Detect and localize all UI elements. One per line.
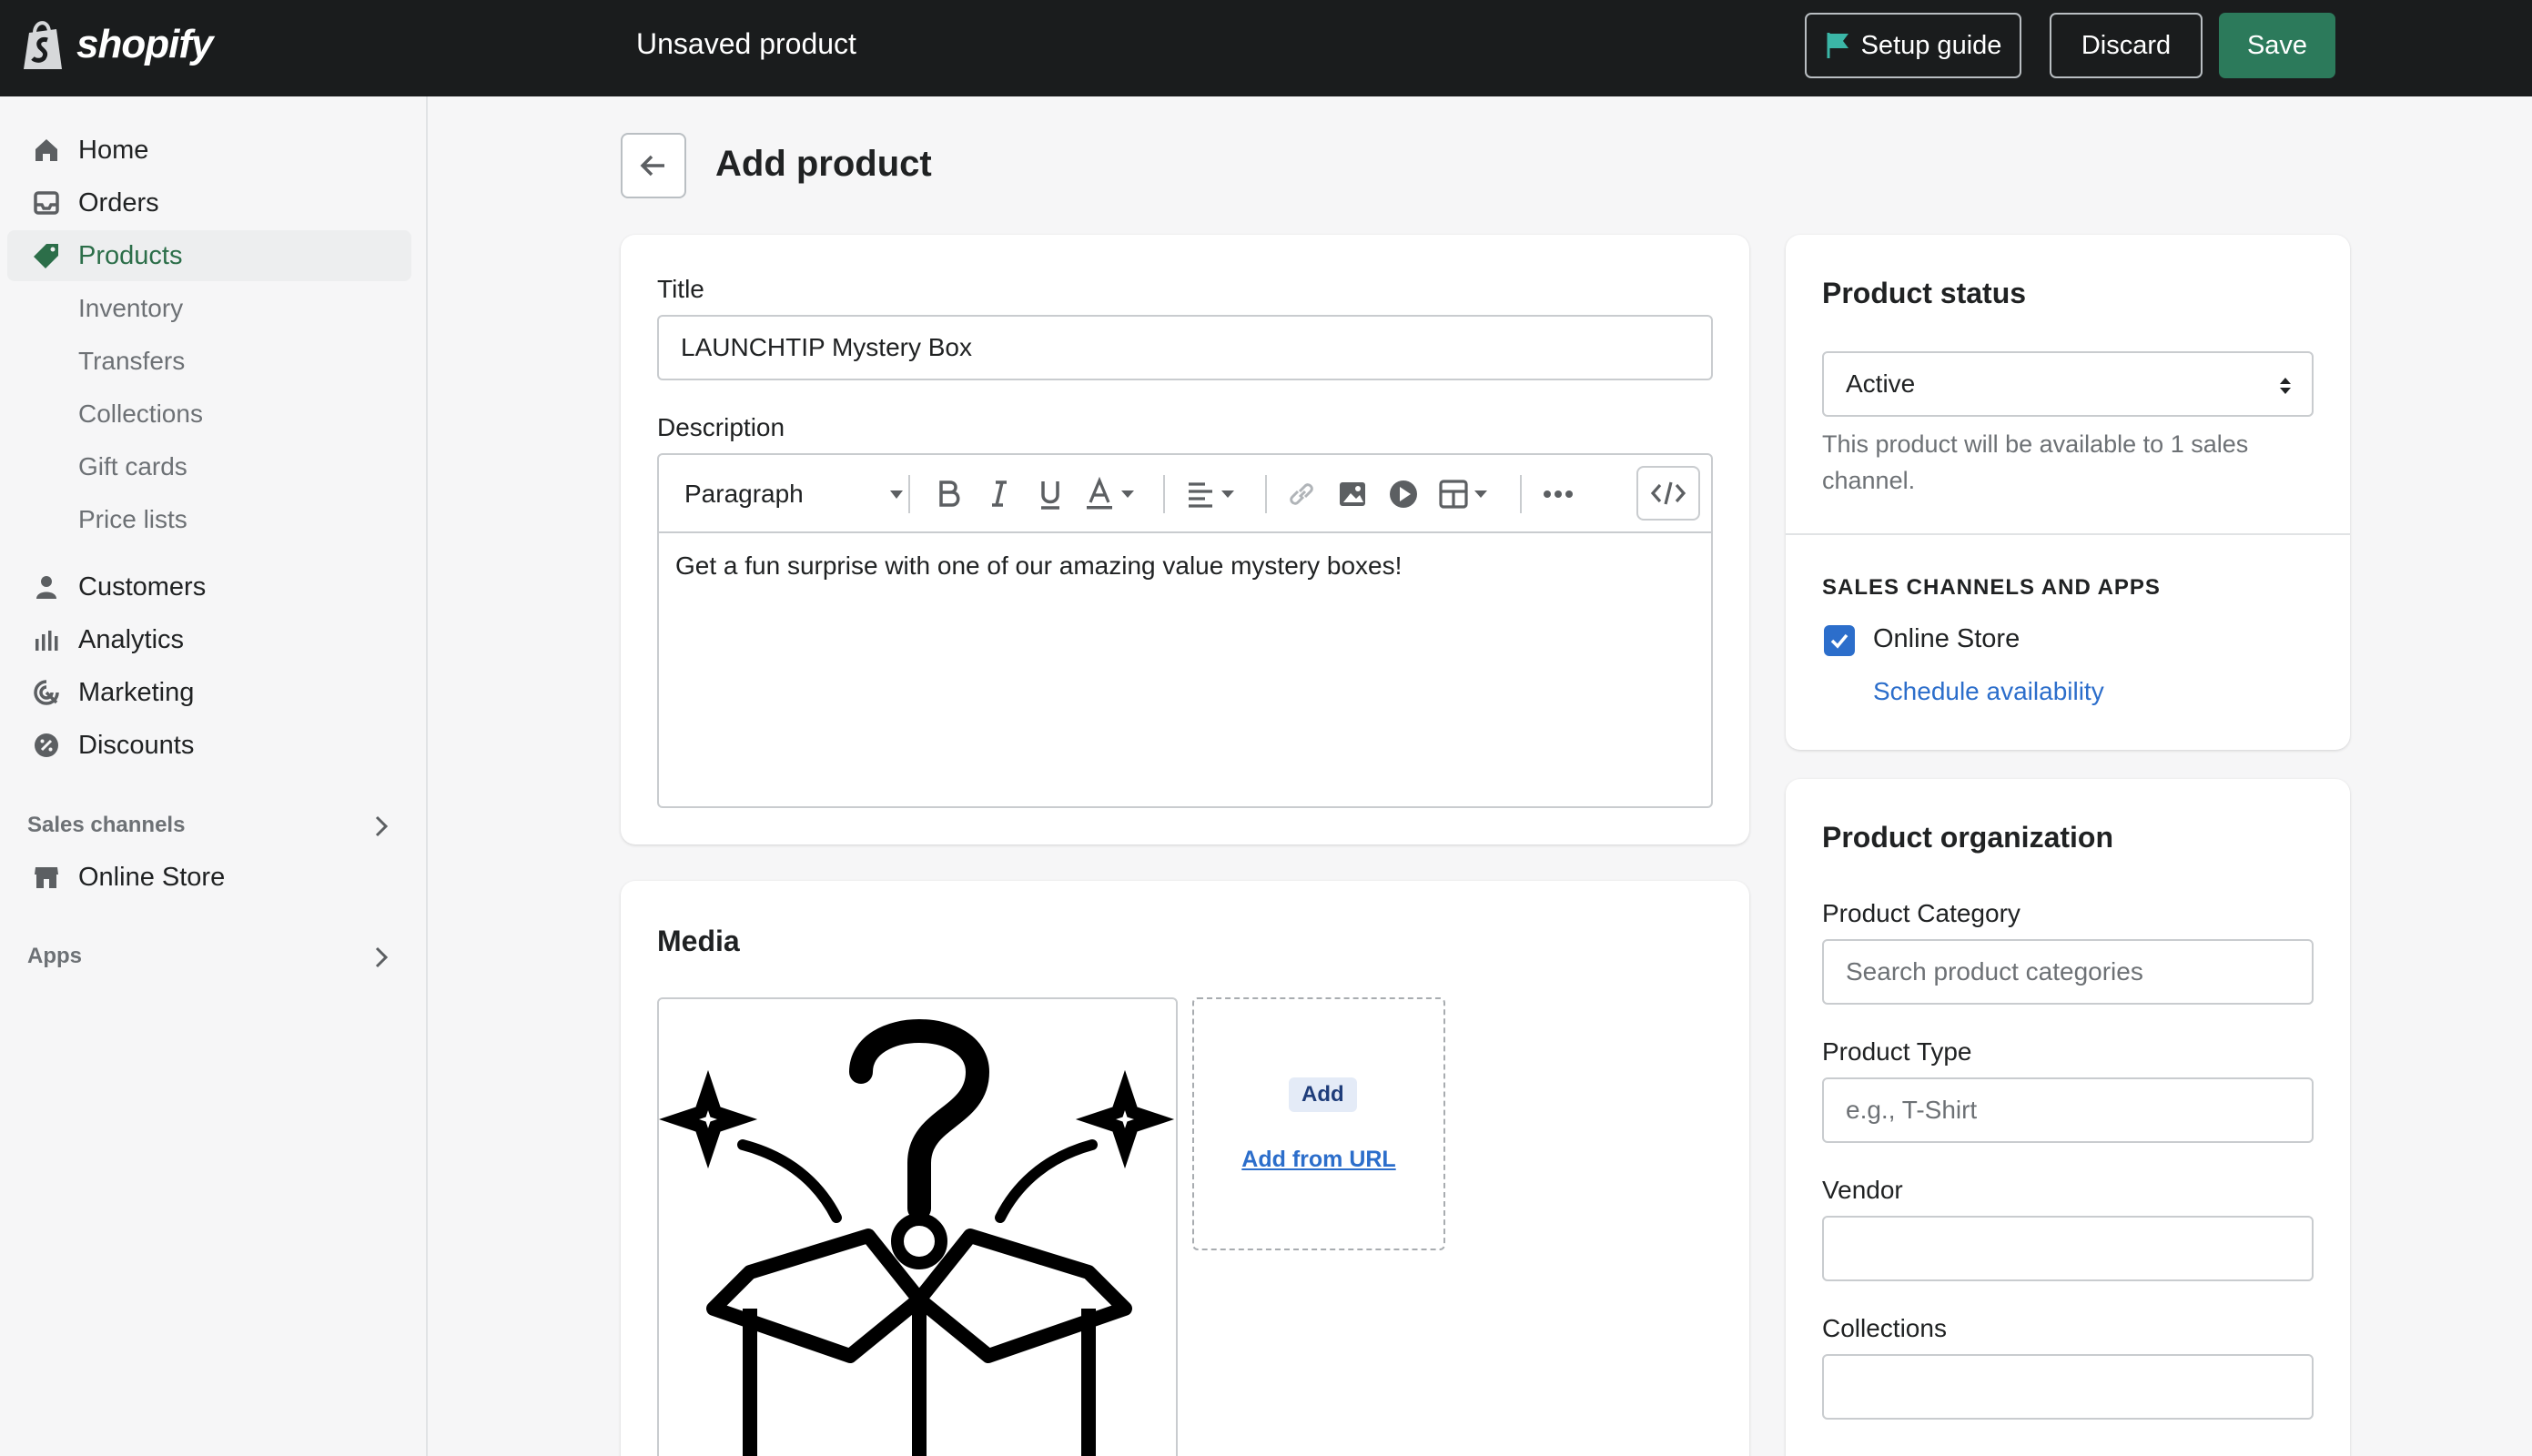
checkmark-icon xyxy=(1830,633,1848,649)
link-icon[interactable] xyxy=(1285,477,1318,511)
sidebar-item-label: Online Store xyxy=(78,862,226,892)
status-select-value: Active xyxy=(1846,369,1916,398)
chevron-right-icon[interactable] xyxy=(368,813,395,840)
sidebar-item-label: Customers xyxy=(78,571,207,602)
status-help-text: This product will be available to 1 sale… xyxy=(1822,430,2249,494)
toolbar-divider xyxy=(908,475,910,513)
vendor-label: Vendor xyxy=(1822,1176,1903,1204)
show-html-button[interactable] xyxy=(1636,466,1700,521)
sidebar-section-sales-channels: Sales channels xyxy=(27,813,186,837)
bold-icon[interactable] xyxy=(932,477,965,511)
sidebar-item-marketing[interactable]: Marketing xyxy=(7,667,411,718)
video-icon[interactable] xyxy=(1387,477,1420,511)
sidebar-item-label: Marketing xyxy=(78,677,195,707)
sidebar-item-orders[interactable]: Orders xyxy=(7,177,411,228)
sidebar-subitem-price-lists[interactable]: Price lists xyxy=(78,505,187,534)
sidebar-subitem-transfers[interactable]: Transfers xyxy=(78,347,185,376)
sidebar-item-customers[interactable]: Customers xyxy=(7,561,411,612)
online-store-checkbox[interactable] xyxy=(1824,625,1855,656)
setup-guide-button[interactable]: Setup guide xyxy=(1805,13,2021,78)
add-from-url-link[interactable]: Add from URL xyxy=(1194,1147,1443,1173)
store-icon xyxy=(31,862,62,893)
underline-icon[interactable] xyxy=(1034,477,1067,511)
target-icon xyxy=(31,677,62,708)
add-media-button[interactable]: Add xyxy=(1289,1077,1357,1112)
person-icon xyxy=(31,571,62,602)
sidebar-item-analytics[interactable]: Analytics xyxy=(7,614,411,665)
top-bar: shopify Unsaved product Setup guide Disc… xyxy=(0,0,2532,96)
mystery-box-image xyxy=(659,1019,1175,1456)
sidebar-subitem-collections[interactable]: Collections xyxy=(78,399,203,429)
discard-button[interactable]: Discard xyxy=(2050,13,2203,78)
align-icon[interactable] xyxy=(1185,477,1243,511)
product-organization-heading: Product organization xyxy=(1822,821,2113,854)
home-icon xyxy=(31,135,62,166)
toolbar-divider xyxy=(1265,475,1267,513)
sidebar-item-label: Discounts xyxy=(78,730,195,760)
sidebar-item-label: Home xyxy=(78,135,149,165)
more-icon[interactable] xyxy=(1540,477,1576,511)
description-editor: Paragraph Get a fun surprise with one of… xyxy=(657,453,1713,808)
sidebar-item-products[interactable]: Products xyxy=(7,230,411,281)
collections-input[interactable] xyxy=(1822,1354,2314,1420)
format-select-value: Paragraph xyxy=(684,480,804,508)
vendor-input[interactable] xyxy=(1822,1216,2314,1281)
format-select[interactable]: Paragraph xyxy=(684,477,903,511)
sidebar-subitem-gift-cards[interactable]: Gift cards xyxy=(78,452,187,481)
online-store-label: Online Store xyxy=(1873,624,2021,653)
select-arrows-icon xyxy=(2280,378,2291,394)
sidebar-item-label: Orders xyxy=(78,187,159,217)
sidebar-section-apps: Apps xyxy=(27,944,82,968)
flag-icon xyxy=(1827,33,1848,58)
media-thumbnail[interactable] xyxy=(657,997,1178,1456)
toolbar-divider xyxy=(1520,475,1522,513)
bar-chart-icon xyxy=(31,624,62,655)
image-icon[interactable] xyxy=(1336,477,1369,511)
sidebar-item-online-store[interactable]: Online Store xyxy=(7,852,411,903)
sidebar-item-home[interactable]: Home xyxy=(7,125,411,176)
arrow-left-icon xyxy=(640,155,664,177)
product-type-label: Product Type xyxy=(1822,1037,1972,1066)
sidebar xyxy=(0,96,428,1456)
collections-label: Collections xyxy=(1822,1314,1947,1342)
sidebar-item-label: Products xyxy=(78,240,183,270)
inbox-icon xyxy=(31,187,62,218)
schedule-availability-link[interactable]: Schedule availability xyxy=(1873,677,2104,706)
code-icon xyxy=(1650,481,1686,505)
page-title: Add product xyxy=(715,144,932,184)
media-heading: Media xyxy=(657,925,740,957)
editor-toolbar: Paragraph xyxy=(659,455,1711,533)
product-status-heading: Product status xyxy=(1822,277,2027,309)
table-icon[interactable] xyxy=(1438,477,1496,511)
page-status-title: Unsaved product xyxy=(636,27,856,60)
title-label: Title xyxy=(657,275,704,303)
sidebar-item-discounts[interactable]: Discounts xyxy=(7,720,411,771)
setup-guide-label: Setup guide xyxy=(1860,30,2002,60)
caret-down-icon xyxy=(890,490,903,499)
sidebar-subitem-inventory[interactable]: Inventory xyxy=(78,294,183,323)
description-text[interactable]: Get a fun surprise with one of our amazi… xyxy=(675,551,1402,581)
discount-icon xyxy=(31,730,62,761)
brand-name: shopify xyxy=(76,22,213,66)
title-input[interactable]: LAUNCHTIP Mystery Box xyxy=(657,315,1713,380)
sidebar-item-label: Analytics xyxy=(78,624,185,654)
description-label: Description xyxy=(657,413,785,441)
shopify-logo[interactable]: shopify xyxy=(20,16,213,73)
status-select[interactable]: Active xyxy=(1822,351,2314,417)
toolbar-divider xyxy=(1163,475,1165,513)
product-category-label: Product Category xyxy=(1822,899,2021,927)
italic-icon[interactable] xyxy=(983,477,1016,511)
tag-icon xyxy=(31,240,62,271)
chevron-right-icon[interactable] xyxy=(368,944,395,971)
media-dropzone[interactable]: Add Add from URL xyxy=(1192,997,1445,1250)
product-type-input[interactable]: e.g., T-Shirt xyxy=(1822,1077,2314,1143)
sales-channels-heading: SALES CHANNELS AND APPS xyxy=(1822,575,2161,600)
text-color-icon[interactable] xyxy=(1085,477,1143,511)
back-button[interactable] xyxy=(621,133,686,198)
product-category-input[interactable]: Search product categories xyxy=(1822,939,2314,1005)
card-divider xyxy=(1786,533,2350,535)
shopping-bag-icon xyxy=(24,21,62,69)
save-button[interactable]: Save xyxy=(2219,13,2335,78)
